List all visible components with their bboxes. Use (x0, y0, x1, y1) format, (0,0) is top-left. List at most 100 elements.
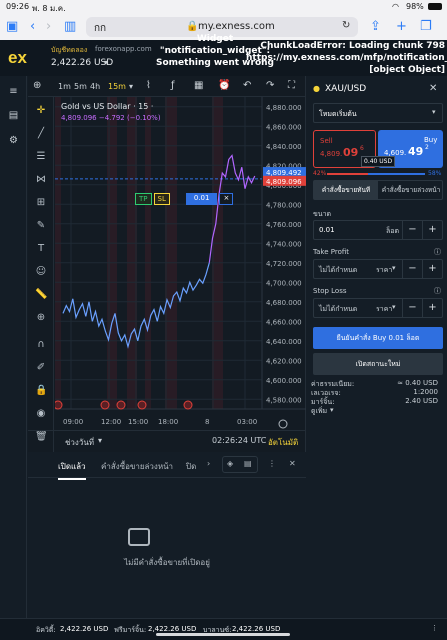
timeframe-15m[interactable]: 15m (108, 82, 126, 91)
brush-icon[interactable]: ✎ (35, 220, 47, 232)
sl-button[interactable]: SL (153, 193, 170, 205)
chevron-down-icon[interactable]: ▾ (392, 303, 396, 311)
buy-price-sup[interactable]: 2 (425, 144, 429, 151)
reload-icon[interactable]: ↻ (342, 20, 350, 31)
emoji-icon[interactable]: ☺ (35, 266, 47, 278)
ruler-icon[interactable]: 📏 (35, 289, 47, 301)
sl-unit[interactable]: ราคา (376, 304, 392, 315)
text-icon[interactable]: T (35, 243, 47, 255)
sl-decrease-button[interactable]: − (402, 299, 422, 317)
info-icon[interactable]: ⓘ (434, 247, 441, 257)
open-new-position-button[interactable]: เปิดสถานะใหม่ (313, 353, 443, 375)
more-icon[interactable]: ⋮ (268, 459, 276, 468)
tab-market-order[interactable]: คำสั่งซื้อขายทันที (314, 181, 378, 199)
order-volume-badge[interactable]: 0.01 (185, 193, 218, 205)
tp-button[interactable]: TP (135, 193, 152, 205)
info-icon[interactable]: ⓘ (434, 286, 441, 296)
calendar-icon[interactable]: ▤ (7, 109, 20, 122)
alert-icon[interactable]: ⏰ (218, 80, 230, 91)
more-info-link[interactable]: ดูเพิ่ม (311, 406, 327, 417)
spread-badge: 0.40 USD (361, 156, 396, 167)
buy-label[interactable]: Buy (424, 136, 437, 144)
close-icon[interactable]: ✕ (289, 459, 296, 468)
chart-type-icon[interactable]: ⌇ (146, 80, 151, 91)
y-tick-label: 4,740.000 (266, 240, 302, 248)
chevron-down-icon[interactable]: ▾ (330, 406, 334, 414)
volume-decrease-button[interactable]: − (402, 221, 422, 239)
layout-icon[interactable]: ▦ (194, 80, 203, 91)
chevron-down-icon[interactable]: ▾ (392, 264, 396, 272)
undo-icon[interactable]: ↶ (243, 80, 251, 91)
redo-icon[interactable]: ↷ (266, 80, 274, 91)
eye-icon[interactable]: ◉ (35, 408, 47, 420)
price-chart[interactable]: 4,880.0004,860.0004,840.0004,820.0004,80… (55, 97, 306, 452)
zoom-icon[interactable]: ⊕ (35, 312, 47, 324)
tp-unit[interactable]: ราคา (376, 265, 392, 276)
share-icon[interactable]: ⇪ (370, 19, 381, 35)
projection-icon[interactable]: ⊞ (35, 197, 47, 209)
crosshair-icon[interactable]: ✛ (35, 105, 47, 117)
chevron-down-icon[interactable]: ▾ (432, 108, 436, 116)
sell-price-big[interactable]: 09 (343, 146, 358, 159)
tp-input[interactable]: ไม่ได้กำหนด ราคา ▾ − + (313, 259, 443, 279)
url-text[interactable]: my.exness.com (198, 21, 275, 32)
chevron-down-icon[interactable]: ▾ (129, 82, 133, 91)
lock-drawing-icon[interactable]: ✐ (35, 362, 47, 374)
add-indicator-icon[interactable]: ⊕ (33, 80, 41, 91)
menu-icon[interactable]: ≡ (7, 85, 20, 98)
sl-value[interactable]: ไม่ได้กำหนด (319, 304, 357, 315)
new-tab-icon[interactable]: + (396, 19, 407, 35)
volume-input[interactable]: 0.01 ล็อต − + (313, 220, 443, 240)
view-toggle[interactable]: ◈ ▤ (222, 456, 258, 473)
date-range-button[interactable]: ช่วงวันที่ (65, 436, 94, 449)
close-icon[interactable]: ✕ (429, 83, 437, 94)
confirm-buy-button[interactable]: ยืนยันคำสั่ง Buy 0.01 ล็อต (313, 327, 443, 349)
chevron-down-icon[interactable]: ▾ (98, 436, 102, 445)
more-icon[interactable]: ⋮ (431, 624, 438, 632)
sell-label[interactable]: Sell (320, 137, 333, 145)
lock-icon[interactable]: 🔒 (35, 385, 47, 397)
indicators-icon[interactable]: ƒ (171, 80, 175, 91)
tp-increase-button[interactable]: + (422, 260, 442, 278)
chevron-right-icon[interactable]: › (207, 459, 210, 468)
magnet-icon[interactable]: ∩ (35, 339, 47, 351)
volume-increase-button[interactable]: + (422, 221, 442, 239)
volume-value[interactable]: 0.01 (319, 226, 335, 234)
fullscreen-icon[interactable]: ⛶ (288, 80, 295, 91)
account-type-badge[interactable]: บัญชีทดลอง (51, 45, 87, 56)
reader-label[interactable]: กก (94, 21, 106, 36)
close-order-line-button[interactable]: × (219, 193, 234, 205)
back-icon[interactable]: ‹ (30, 19, 35, 35)
sl-increase-button[interactable]: + (422, 299, 442, 317)
mode-value[interactable]: โหมดเริ่มต้น (319, 109, 357, 120)
settings-icon[interactable]: ⚙ (7, 134, 20, 147)
chart-svg[interactable]: 4,880.0004,860.0004,840.0004,820.0004,80… (55, 97, 306, 452)
auto-scale-button[interactable]: อัตโนมัติ (268, 436, 298, 449)
timeframe-4h[interactable]: 4h (90, 82, 100, 91)
timeframe-5m[interactable]: 5m (74, 82, 87, 91)
sell-price-sup[interactable]: 6 (360, 145, 364, 152)
sl-input[interactable]: ไม่ได้กำหนด ราคา ▾ − + (313, 298, 443, 318)
sell-price-main[interactable]: 4,809. (320, 150, 342, 158)
layers-icon[interactable]: ◈ (227, 459, 233, 468)
fib-icon[interactable]: ☰ (35, 151, 47, 163)
exness-logo[interactable]: ex (8, 48, 27, 68)
chevron-down-icon[interactable]: ▾ (104, 58, 108, 67)
mode-select[interactable]: โหมดเริ่มต้น ▾ (313, 103, 443, 123)
pattern-icon[interactable]: ⋈ (35, 174, 47, 186)
forward-icon[interactable]: › (46, 19, 51, 35)
tab-closed[interactable]: ปิด (186, 460, 196, 473)
tab-pending-order[interactable]: คำสั่งซื้อขายล่วงหน้า (379, 181, 443, 199)
tp-decrease-button[interactable]: − (402, 260, 422, 278)
timeframe-1m[interactable]: 1m (58, 82, 71, 91)
stack-icon[interactable]: ▤ (244, 459, 252, 468)
tp-value[interactable]: ไม่ได้กำหนด (319, 265, 357, 276)
tab-pending[interactable]: คำสั่งซื้อขายล่วงหน้า (101, 460, 173, 473)
buy-price-big[interactable]: 49 (408, 145, 423, 158)
volume-unit[interactable]: ล็อต (386, 226, 399, 237)
trendline-icon[interactable]: ╱ (35, 128, 47, 140)
sidebar-icon[interactable]: ▣ (6, 19, 18, 35)
tab-open[interactable]: เปิดแล้ว (58, 460, 86, 480)
tabs-icon[interactable]: ❐ (420, 19, 432, 35)
bookmarks-icon[interactable]: ▥ (64, 19, 76, 35)
